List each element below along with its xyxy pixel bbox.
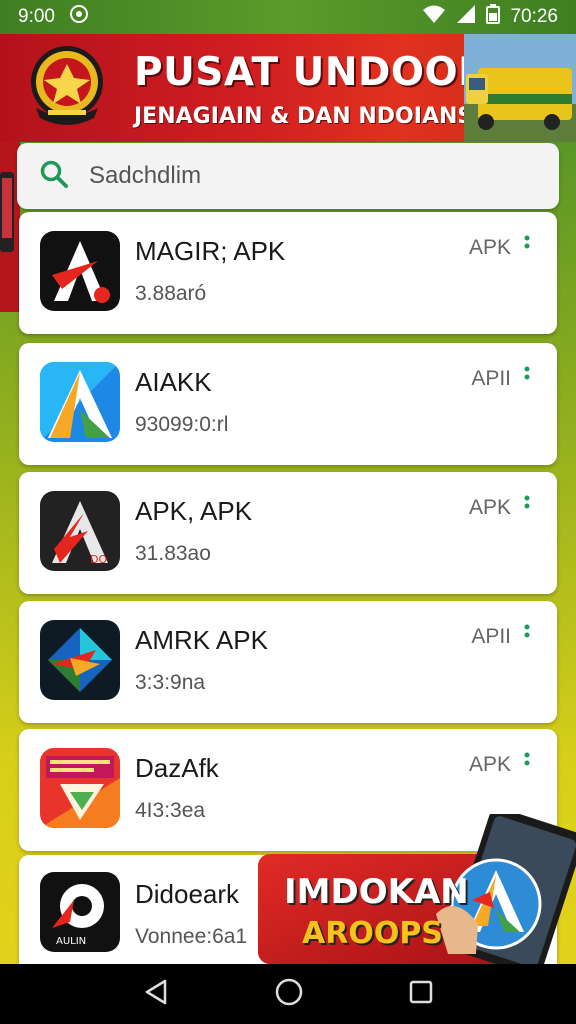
list-item[interactable]: DO APK, APK 31.83ao APK bbox=[19, 472, 557, 594]
app-name: DazAfk bbox=[135, 753, 219, 783]
app-size: 93099:0:rl bbox=[135, 413, 229, 436]
svg-text:AULIN: AULIN bbox=[56, 936, 86, 947]
app-size: 4I3:3ea bbox=[135, 799, 206, 822]
wifi-icon bbox=[422, 4, 446, 30]
dazafk-app-icon bbox=[40, 748, 120, 828]
app-size: 3.88aró bbox=[135, 282, 207, 305]
status-time: 9:00 bbox=[18, 6, 55, 27]
status-clock: 70:26 bbox=[510, 6, 558, 27]
truck-image bbox=[464, 34, 576, 142]
app-name: AMRK APK bbox=[135, 625, 268, 655]
more-options-icon[interactable] bbox=[523, 494, 531, 518]
battery-icon bbox=[486, 4, 501, 30]
search-input[interactable] bbox=[89, 162, 509, 190]
list-item[interactable]: AMRK APK 3:3:9na APII bbox=[19, 601, 557, 723]
home-icon[interactable] bbox=[275, 978, 303, 1011]
promo-subtitle: AROOPS bbox=[302, 916, 443, 951]
app-name: AIAKK bbox=[135, 367, 212, 397]
magir-app-icon bbox=[40, 231, 120, 311]
banner-subtitle: JENAGIAIN & DAN NDOIANSSIA bbox=[134, 104, 514, 129]
svg-text:DO: DO bbox=[90, 553, 107, 566]
app-name: Didoeark bbox=[135, 879, 240, 909]
header-banner: PUSAT UNDOOHAN JENAGIAIN & DAN NDOIANSSI… bbox=[0, 34, 576, 142]
more-options-icon[interactable] bbox=[523, 751, 531, 775]
app-type: APK bbox=[468, 496, 511, 519]
signal-icon bbox=[456, 4, 476, 30]
back-icon[interactable] bbox=[143, 979, 169, 1010]
list-item[interactable]: AIAKK 93099:0:rl APII bbox=[19, 343, 557, 465]
more-options-icon[interactable] bbox=[523, 234, 531, 258]
circle-status-icon bbox=[69, 4, 89, 30]
search-bar[interactable] bbox=[17, 143, 559, 209]
apk-apk-app-icon: DO bbox=[40, 491, 120, 571]
app-name: APK, APK bbox=[135, 496, 253, 526]
promo-title: IMDOKAN bbox=[284, 872, 469, 912]
more-options-icon[interactable] bbox=[523, 365, 531, 389]
app-type: APK bbox=[468, 236, 511, 259]
app-size: 31.83ao bbox=[135, 542, 211, 565]
promo-banner[interactable]: IMDOKAN AROOPS bbox=[258, 814, 576, 964]
amrk-app-icon bbox=[40, 620, 120, 700]
app-size: 3:3:9na bbox=[135, 671, 206, 694]
app-type: APK bbox=[468, 753, 511, 776]
emblem-logo bbox=[31, 46, 103, 125]
navigation-bar bbox=[0, 964, 576, 1024]
app-name: MAGIR; APK bbox=[135, 236, 286, 266]
status-bar: 9:00 70:26 bbox=[0, 0, 576, 34]
more-options-icon[interactable] bbox=[523, 623, 531, 647]
app-type: APII bbox=[471, 625, 511, 648]
app-size: Vonnee:6a1 bbox=[135, 925, 248, 948]
list-item[interactable]: MAGIR; APK 3.88aró APK bbox=[19, 212, 557, 334]
aiakk-app-icon bbox=[40, 362, 120, 442]
didoeark-app-icon: AULIN bbox=[40, 872, 120, 952]
app-type: APII bbox=[471, 367, 511, 390]
recents-icon[interactable] bbox=[409, 980, 433, 1009]
search-icon bbox=[39, 159, 69, 194]
